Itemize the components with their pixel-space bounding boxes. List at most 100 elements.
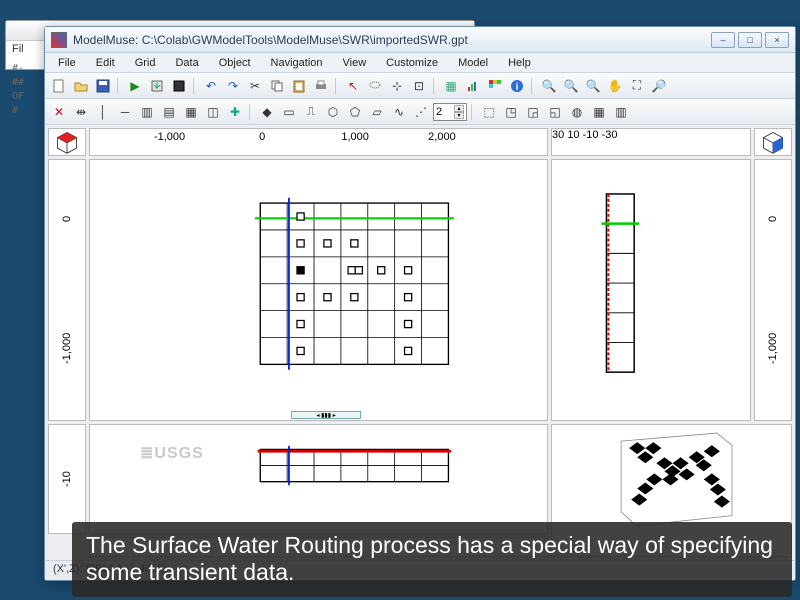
svg-text:i: i xyxy=(516,82,519,93)
front-view[interactable]: ≣USGS xyxy=(89,424,548,534)
color-grid-icon[interactable] xyxy=(485,76,505,96)
zoom-tool-icon[interactable]: 🔎 xyxy=(649,76,669,96)
separator xyxy=(335,77,339,95)
plan-view[interactable]: ◂ ▮▮▮ ▸ xyxy=(89,159,548,421)
bg-line-gutter: #- ## OF # xyxy=(12,62,40,118)
colored-grid-icon[interactable]: ▦ xyxy=(589,102,609,122)
spin-down-icon[interactable]: ▾ xyxy=(454,112,464,119)
usgs-watermark: ≣USGS xyxy=(140,443,204,463)
tick-label: -10 xyxy=(583,129,599,141)
select-point-icon[interactable]: ⊹ xyxy=(387,76,407,96)
side-view[interactable] xyxy=(551,159,751,421)
menu-grid[interactable]: Grid xyxy=(126,55,165,71)
add-col-icon[interactable]: │ xyxy=(93,102,113,122)
maximize-button[interactable]: □ xyxy=(738,32,762,48)
sketch-icon[interactable]: ∿ xyxy=(389,102,409,122)
create-straight-icon[interactable]: ⬠ xyxy=(345,102,365,122)
move-col-icon[interactable]: ⇹ xyxy=(71,102,91,122)
new-file-icon[interactable] xyxy=(49,76,69,96)
titlebar[interactable]: ModelMuse: C:\Colab\GWModelTools\ModelMu… xyxy=(45,27,795,53)
gutter-line: # xyxy=(12,104,40,118)
menu-customize[interactable]: Customize xyxy=(377,55,447,71)
top-view-cube[interactable] xyxy=(48,128,86,156)
tick-label: 1,000 xyxy=(341,131,369,143)
vertex-count-spinner[interactable]: 2 ▴▾ xyxy=(433,103,467,121)
menu-help[interactable]: Help xyxy=(499,55,540,71)
tick-label: 10 xyxy=(567,129,579,141)
select-lasso-icon[interactable] xyxy=(365,76,385,96)
menu-data[interactable]: Data xyxy=(166,55,207,71)
chart-icon[interactable] xyxy=(463,76,483,96)
zoom-out-icon[interactable]: 🔍 xyxy=(561,76,581,96)
gutter-line: ## xyxy=(12,76,40,90)
zoom-extents-icon[interactable]: 🔍 xyxy=(583,76,603,96)
run-icon[interactable]: ▶ xyxy=(125,76,145,96)
vertex-icon[interactable]: ⊡ xyxy=(409,76,429,96)
pan-icon[interactable]: ✋ xyxy=(605,76,625,96)
spin-up-icon[interactable]: ▴ xyxy=(454,105,464,112)
side-view-cube[interactable] xyxy=(754,128,792,156)
modelmuse-window: ModelMuse: C:\Colab\GWModelTools\ModelMu… xyxy=(44,26,796,581)
open-file-icon[interactable] xyxy=(71,76,91,96)
select-arrow-icon[interactable]: ↖ xyxy=(343,76,363,96)
print-icon[interactable] xyxy=(311,76,331,96)
view-cube2-icon[interactable]: ◲ xyxy=(523,102,543,122)
undo-icon[interactable]: ↶ xyxy=(201,76,221,96)
create-line-icon[interactable]: ▭ xyxy=(279,102,299,122)
toolbar-row-1: ▶ ↶ ↷ ✂ ↖ ⊹ ⊡ ▦ i 🔍 🔍 🔍 ✋ ⛶ 🔎 xyxy=(45,73,795,99)
ruler-right-main: -1,000 0 xyxy=(754,159,792,421)
set-spacing-icon[interactable]: ▦ xyxy=(181,102,201,122)
shell-icon[interactable]: ◍ xyxy=(567,102,587,122)
create-polygon-icon[interactable]: ⬡ xyxy=(323,102,343,122)
show-hide-icon[interactable]: ▦ xyxy=(441,76,461,96)
freehand-icon[interactable]: ⋰ xyxy=(411,102,431,122)
delete-col-icon[interactable]: ✕ xyxy=(49,102,69,122)
spinner-value: 2 xyxy=(436,106,442,118)
front-face-icon[interactable]: ▥ xyxy=(611,102,631,122)
tick-label: 0 xyxy=(61,216,73,222)
ruler-top-main: -1,000 0 1,000 2,000 xyxy=(89,128,548,156)
generate-grid-icon[interactable]: ✚ xyxy=(225,102,245,122)
redo-icon[interactable]: ↷ xyxy=(223,76,243,96)
horizontal-slider[interactable]: ◂ ▮▮▮ ▸ xyxy=(291,411,361,419)
menu-file[interactable]: File xyxy=(49,55,85,71)
info-icon[interactable]: i xyxy=(507,76,527,96)
view-cube3-icon[interactable]: ◱ xyxy=(545,102,565,122)
menu-view[interactable]: View xyxy=(334,55,376,71)
close-button[interactable]: × xyxy=(765,32,789,48)
paste-icon[interactable] xyxy=(289,76,309,96)
create-rectangle-icon[interactable]: ▱ xyxy=(367,102,387,122)
tick-label: -1,000 xyxy=(154,131,185,143)
grid-angle-icon[interactable]: ◫ xyxy=(203,102,223,122)
zoom-window-icon[interactable]: ⛶ xyxy=(627,76,647,96)
gutter-line: OF xyxy=(12,90,40,104)
import-icon[interactable] xyxy=(147,76,167,96)
menu-edit[interactable]: Edit xyxy=(87,55,124,71)
add-row-icon[interactable]: ─ xyxy=(115,102,135,122)
menu-object[interactable]: Object xyxy=(210,55,260,71)
copy-icon[interactable] xyxy=(267,76,287,96)
zoom-in-icon[interactable]: 🔍 xyxy=(539,76,559,96)
separator xyxy=(531,77,535,95)
view-cube1-icon[interactable]: ◳ xyxy=(501,102,521,122)
cut-icon[interactable]: ✂ xyxy=(245,76,265,96)
create-point-icon[interactable]: ◆ xyxy=(257,102,277,122)
ruler-left-front: -10 xyxy=(48,424,86,534)
grid-spacing-icon[interactable]: ▤ xyxy=(159,102,179,122)
view-3d-icon[interactable]: ⬚ xyxy=(479,102,499,122)
separator xyxy=(471,103,475,121)
export-icon[interactable] xyxy=(169,76,189,96)
save-icon[interactable] xyxy=(93,76,113,96)
subdivide-icon[interactable]: ▥ xyxy=(137,102,157,122)
ruler-top-side: 30 10 -10 -30 xyxy=(551,128,751,156)
separator xyxy=(249,103,253,121)
create-polyline-icon[interactable]: ⎍ xyxy=(301,102,321,122)
menu-model[interactable]: Model xyxy=(449,55,497,71)
tick-label: 30 xyxy=(552,129,564,141)
window-title: ModelMuse: C:\Colab\GWModelTools\ModelMu… xyxy=(73,33,711,47)
minimize-button[interactable]: – xyxy=(711,32,735,48)
menu-navigation[interactable]: Navigation xyxy=(262,55,332,71)
tick-label: 0 xyxy=(767,216,779,222)
tick-label: -10 xyxy=(61,471,73,487)
tick-label: -1,000 xyxy=(767,333,779,364)
